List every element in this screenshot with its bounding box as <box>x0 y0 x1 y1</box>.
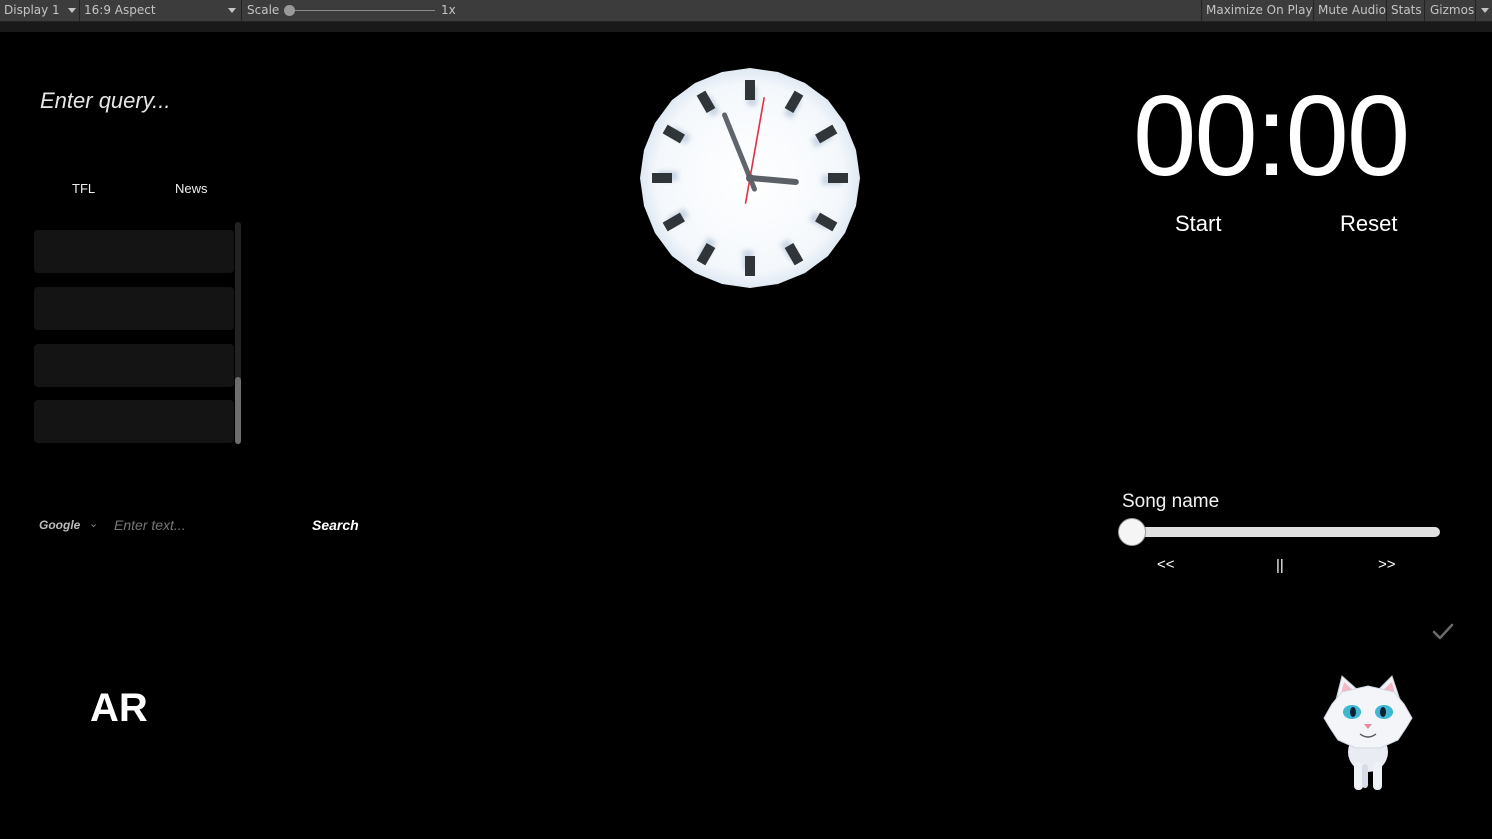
ar-button[interactable]: AR <box>90 686 148 731</box>
aspect-dropdown[interactable]: 16:9 Aspect <box>84 0 239 21</box>
list-scrollbar[interactable] <box>235 222 241 444</box>
gizmos-toggle[interactable]: Gizmos <box>1430 0 1474 21</box>
scale-slider-handle[interactable] <box>284 5 295 16</box>
analog-clock <box>640 68 860 288</box>
maximize-on-play-toggle[interactable]: Maximize On Play <box>1206 0 1313 21</box>
search-button[interactable]: Search <box>312 517 359 533</box>
next-button[interactable]: >> <box>1378 556 1396 573</box>
list-scrollbar-thumb[interactable] <box>235 377 241 444</box>
mute-audio-toggle[interactable]: Mute Audio <box>1318 0 1386 21</box>
song-progress-handle[interactable] <box>1118 518 1146 546</box>
song-progress-slider[interactable] <box>1122 527 1440 537</box>
gizmos-dropdown-icon[interactable] <box>1481 8 1489 13</box>
display-label: Display 1 <box>4 3 60 17</box>
cat-character-icon[interactable] <box>1322 674 1414 792</box>
stats-toggle[interactable]: Stats <box>1391 0 1422 21</box>
hour-marker <box>652 173 672 183</box>
checkmark-icon[interactable] <box>1432 622 1454 642</box>
game-view-toolbar: Display 1 16:9 Aspect Scale 1x Maximize … <box>0 0 1492 22</box>
display-dropdown[interactable]: Display 1 <box>4 0 76 21</box>
chevron-down-icon[interactable]: ⌄ <box>89 517 98 530</box>
chevron-down-icon <box>68 8 76 13</box>
scale-label: Scale <box>247 3 280 17</box>
list-item[interactable] <box>34 287 234 330</box>
list-item[interactable] <box>34 400 234 443</box>
hour-marker <box>745 80 755 100</box>
clock-center <box>746 174 754 182</box>
list-item[interactable] <box>34 344 234 387</box>
reset-button[interactable]: Reset <box>1340 211 1397 237</box>
toolbar-divider-strip <box>0 22 1492 32</box>
hour-marker <box>745 256 755 276</box>
aspect-label: 16:9 Aspect <box>84 3 156 17</box>
previous-button[interactable]: << <box>1157 556 1175 573</box>
tab-tfl[interactable]: TFL <box>72 181 95 196</box>
timer-display: 00:00 <box>1133 73 1410 200</box>
search-engine-dropdown[interactable]: Google <box>39 518 80 532</box>
hour-marker <box>828 173 848 183</box>
scale-value: 1x <box>441 3 456 17</box>
start-button[interactable]: Start <box>1175 211 1221 237</box>
song-name: Song name <box>1122 491 1220 512</box>
tab-news[interactable]: News <box>175 181 208 196</box>
scale-slider-track[interactable] <box>290 10 435 11</box>
query-field[interactable]: Enter query... <box>40 88 170 114</box>
chevron-down-icon <box>228 8 236 13</box>
hour-hand <box>747 175 799 186</box>
search-input[interactable] <box>110 512 298 538</box>
list-item[interactable] <box>34 230 234 273</box>
pause-button[interactable]: || <box>1276 557 1284 574</box>
